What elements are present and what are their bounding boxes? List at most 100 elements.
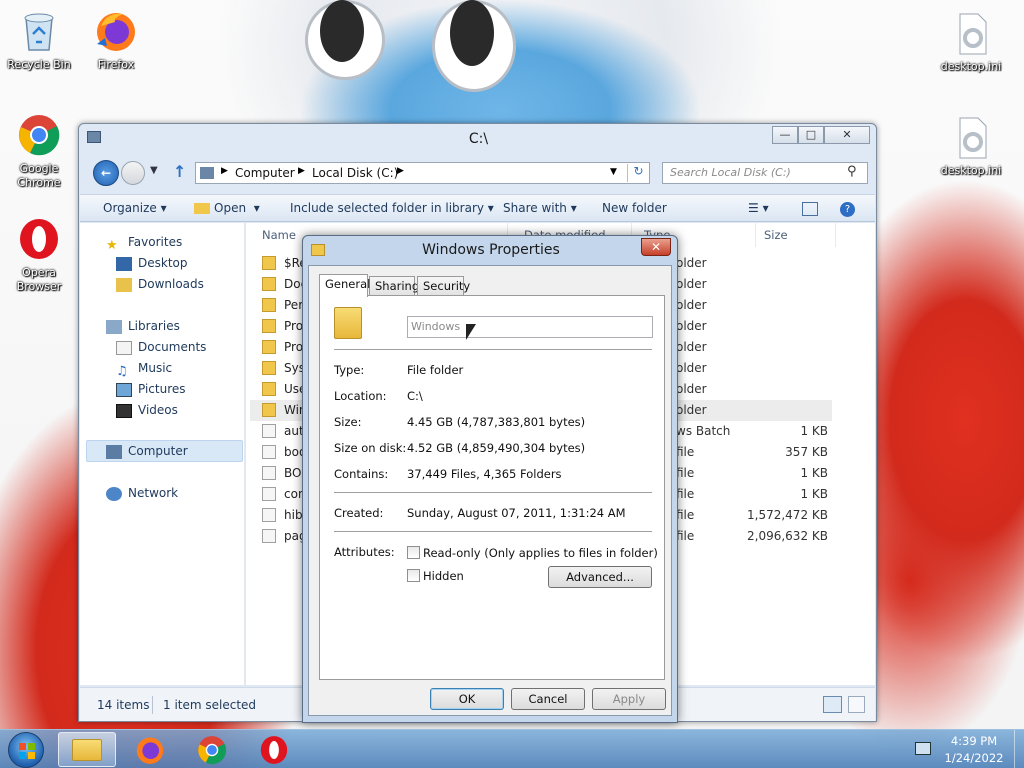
type-label: Type: <box>334 363 365 377</box>
clock-date[interactable]: 1/24/2022 <box>940 751 1008 765</box>
command-bar: Organize ▾ Open ▾ Include selected folde… <box>80 194 875 222</box>
folder-name-input[interactable]: Windows <box>407 316 653 338</box>
start-button[interactable] <box>8 732 44 768</box>
folder-large-icon <box>334 307 362 339</box>
view-options-icon[interactable]: ☰ ▾ <box>748 201 769 215</box>
nav-desktop[interactable]: Desktop <box>116 253 188 273</box>
breadcrumb-computer[interactable]: Computer <box>235 166 295 180</box>
address-dropdown-icon[interactable]: ▼ <box>610 167 617 177</box>
hidden-label[interactable]: Hidden <box>423 569 464 583</box>
folder-icon <box>262 382 276 396</box>
taskbar: 4:39 PM 1/24/2022 <box>0 729 1024 768</box>
taskbar-opera[interactable] <box>245 732 303 767</box>
address-bar[interactable]: ▶ Computer ▶ Local Disk (C:) ▶ ▼ ↻ <box>195 162 650 184</box>
desktop-icon-firefox[interactable]: Firefox <box>80 8 152 72</box>
file-type: file <box>676 445 695 459</box>
file-type: file <box>676 487 695 501</box>
nav-pictures[interactable]: Pictures <box>116 379 186 399</box>
readonly-label[interactable]: Read-only (Only applies to files in fold… <box>423 546 658 560</box>
clock-time[interactable]: 4:39 PM <box>940 734 1008 748</box>
nav-music[interactable]: ♫ Music <box>116 358 173 379</box>
column-header-size[interactable]: Size <box>756 223 836 247</box>
search-input[interactable]: Search Local Disk (C:) <box>662 162 868 184</box>
desktop-icon-recycle-bin[interactable]: Recycle Bin <box>3 8 75 72</box>
file-type: older <box>676 382 707 396</box>
nav-label: Music <box>138 361 173 375</box>
desktop-icon-opera[interactable]: Opera Browser <box>3 216 75 294</box>
created-label: Created: <box>334 506 384 520</box>
back-button[interactable]: ← <box>93 160 119 186</box>
taskbar-chrome[interactable] <box>183 732 241 767</box>
libraries-icon <box>106 319 122 334</box>
nav-label: Videos <box>138 403 178 417</box>
explorer-titlebar[interactable]: C:\ — □ ✕ <box>79 124 876 154</box>
tab-general[interactable]: General <box>319 274 370 297</box>
breadcrumb-arrow-icon: ▶ <box>397 166 404 176</box>
desktop-icon-chrome[interactable]: Google Chrome <box>3 112 75 190</box>
forward-button[interactable] <box>121 161 145 185</box>
refresh-icon[interactable]: ↻ <box>627 164 649 182</box>
advanced-button[interactable]: Advanced... <box>548 566 652 588</box>
organize-button[interactable]: Organize ▾ <box>103 201 167 215</box>
hidden-checkbox[interactable] <box>407 569 420 582</box>
breadcrumb-arrow-icon: ▶ <box>221 166 228 176</box>
show-desktop-button[interactable] <box>1014 730 1024 768</box>
taskbar-firefox[interactable] <box>121 732 179 767</box>
minimize-button[interactable]: — <box>772 126 798 144</box>
large-icons-view-icon[interactable] <box>848 696 865 713</box>
file-type: file <box>676 529 695 543</box>
dialog-body: General Sharing Security Windows Type: F… <box>308 265 672 716</box>
network-tray-icon[interactable] <box>915 742 931 755</box>
preview-pane-icon[interactable] <box>802 202 818 216</box>
details-view-icon[interactable] <box>823 696 842 713</box>
separator <box>334 531 652 532</box>
nav-videos[interactable]: Videos <box>116 400 178 420</box>
explorer-title: C:\ <box>468 131 489 147</box>
ok-button[interactable]: OK <box>430 688 504 710</box>
new-folder-button[interactable]: New folder <box>602 201 667 215</box>
nav-libraries[interactable]: Libraries <box>106 316 180 336</box>
help-icon[interactable]: ? <box>840 202 855 217</box>
nav-documents[interactable]: Documents <box>116 337 206 357</box>
file-size: 1 KB <box>800 487 828 501</box>
share-with-button[interactable]: Share with ▾ <box>503 201 577 215</box>
file-type: ws Batch File <box>676 424 732 438</box>
properties-dialog[interactable]: Windows Properties ✕ General Sharing Sec… <box>302 235 678 723</box>
desktop-icon-desktop-ini-2[interactable]: desktop.ini <box>935 114 1007 178</box>
apply-button[interactable]: Apply <box>592 688 666 710</box>
recent-pages-dropdown[interactable]: ▼ <box>150 165 158 176</box>
file-icon <box>262 508 276 522</box>
tab-sharing[interactable]: Sharing <box>369 276 419 296</box>
location-label: Location: <box>334 389 387 403</box>
nav-favorites[interactable]: ★ Favorites <box>106 232 182 253</box>
firefox-icon <box>136 737 164 764</box>
status-selected: 1 item selected <box>163 698 257 712</box>
nav-computer[interactable]: Computer <box>106 441 188 461</box>
breadcrumb-local-disk[interactable]: Local Disk (C:) <box>312 166 398 180</box>
general-tab-page: Windows Type: File folder Location: C:\ … <box>319 295 665 680</box>
settings-file-icon <box>948 10 994 56</box>
tab-security[interactable]: Security <box>417 276 470 296</box>
file-type: older <box>676 256 707 270</box>
desktop-icon-label: desktop.ini <box>940 164 1002 177</box>
taskbar-explorer[interactable] <box>58 732 116 767</box>
cancel-button[interactable]: Cancel <box>511 688 585 710</box>
desktop-icon-desktop-ini-1[interactable]: desktop.ini <box>935 10 1007 74</box>
desktop-icon-label: Opera Browser <box>16 266 62 293</box>
up-arrow-icon[interactable]: ↑ <box>173 162 186 181</box>
search-icon[interactable]: ⚲ <box>847 164 857 179</box>
nav-downloads[interactable]: Downloads <box>116 274 204 294</box>
file-type: older <box>676 277 707 291</box>
status-item-count: 14 items <box>97 698 150 712</box>
nav-network[interactable]: Network <box>106 483 178 503</box>
readonly-checkbox[interactable] <box>407 546 420 559</box>
maximize-button[interactable]: □ <box>798 126 824 144</box>
size-label: Size: <box>334 415 362 429</box>
close-button[interactable]: ✕ <box>824 126 870 144</box>
dialog-close-button[interactable]: ✕ <box>641 238 671 256</box>
include-in-library-button[interactable]: Include selected folder in library ▾ <box>290 201 494 215</box>
open-button[interactable]: Open ▾ <box>194 201 260 215</box>
wallpaper-eye-left-pupil <box>320 0 364 62</box>
opera-icon <box>16 216 62 262</box>
attributes-label: Attributes: <box>334 545 395 559</box>
